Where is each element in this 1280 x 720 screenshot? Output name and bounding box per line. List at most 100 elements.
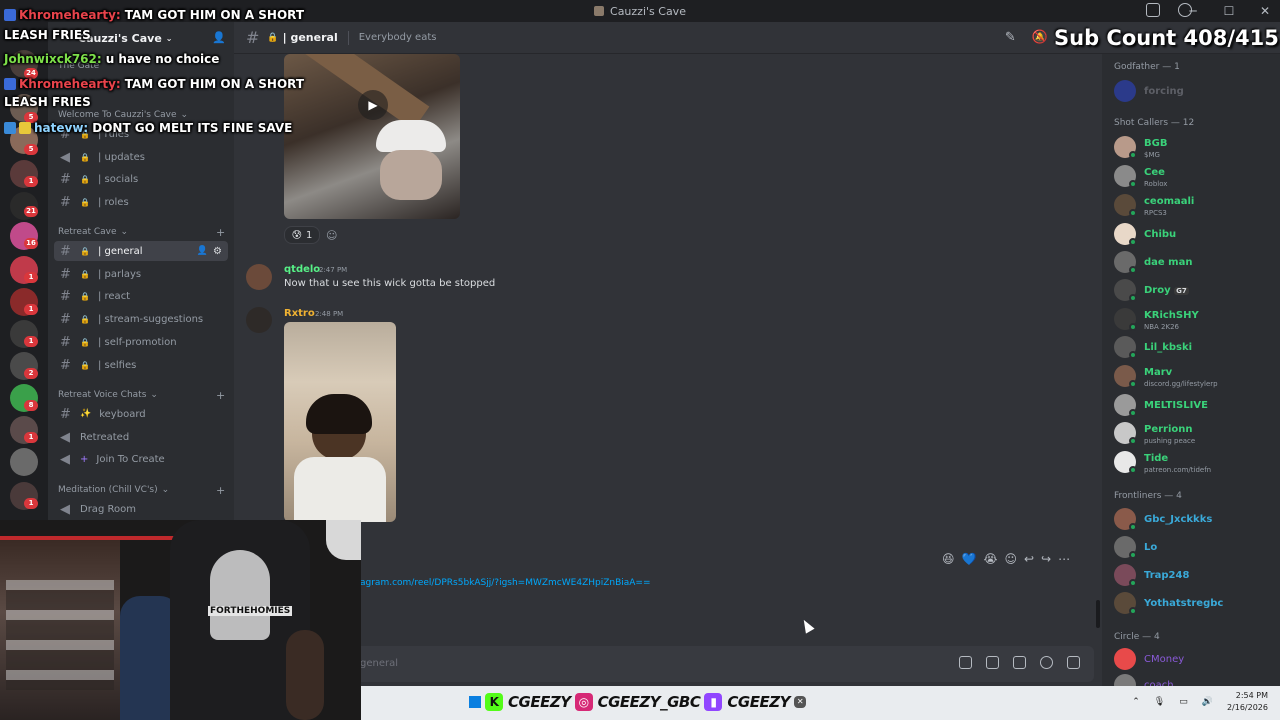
sticker-icon[interactable] (1013, 656, 1026, 669)
category-label: Retreat Voice Chats (58, 390, 147, 400)
gift-icon[interactable] (959, 656, 972, 669)
member-item[interactable]: Gbc_Jxckkks (1114, 508, 1274, 532)
category-label: Welcome To Cauzzi's Cave (58, 110, 177, 120)
reaction-pill[interactable]: 😰 1 (284, 226, 320, 244)
member-item[interactable]: Droy G7 (1114, 279, 1274, 303)
plus-icon: + (80, 453, 89, 465)
member-item[interactable]: Trap248 (1114, 564, 1274, 588)
video-attachment[interactable]: ▶ (284, 54, 460, 219)
windows-start-icon[interactable] (469, 696, 481, 708)
channel-keyboard[interactable]: # ✨ keyboard (54, 404, 228, 424)
add-channel-icon[interactable]: + (216, 226, 225, 239)
channel-roles[interactable]: # 🔒 | roles (54, 192, 228, 212)
member-item[interactable]: MELTISLIVE (1114, 394, 1274, 418)
member-item[interactable]: CMoney (1114, 648, 1274, 672)
add-channel-icon[interactable]: + (216, 484, 225, 497)
reply-icon[interactable]: ↩ (1024, 552, 1034, 566)
message-link[interactable]: agram.com/reel/DPRs5bkASjj/?igsh=MWZmcWE… (360, 578, 651, 588)
member-item[interactable]: BGB $MG (1114, 136, 1274, 160)
chat-username: Johnwixck762: (4, 52, 102, 66)
member-name: Cee (1144, 167, 1165, 178)
more-icon[interactable]: ⋯ (1058, 552, 1070, 566)
scrollbar[interactable] (1096, 600, 1100, 628)
avatar[interactable] (246, 264, 272, 290)
channel-parlays[interactable]: # 🔒 | parlays (54, 264, 228, 284)
taskbar: K CGEEZY ◎ CGEEZY_GBC ▮ CGEEZY ✕ ⌃ 🎙 ▭ 🔊… (361, 686, 1280, 720)
member-item[interactable]: ceomaali RPCS3 (1114, 194, 1274, 218)
gif-icon[interactable] (986, 656, 999, 669)
channel-topic[interactable]: Everybody eats (359, 32, 437, 43)
category-label: Retreat Cave (58, 227, 117, 237)
member-item[interactable]: dae man (1114, 251, 1274, 275)
threads-icon[interactable]: ✎ (1005, 30, 1016, 45)
member-item[interactable]: Lil_kbski (1114, 336, 1274, 360)
channel-self-promotion[interactable]: # 🔒 | self-promotion (54, 332, 228, 352)
cry-emoji-icon[interactable]: 😭 (983, 552, 997, 566)
forward-icon[interactable]: ↪ (1041, 552, 1051, 566)
channel-selfies[interactable]: # 🔒 | selfies (54, 355, 228, 375)
member-item[interactable]: Yothatstregbc (1114, 592, 1274, 616)
add-reaction-icon[interactable]: ☺ (1005, 552, 1018, 566)
status-badge (1129, 266, 1137, 274)
add-channel-icon[interactable]: + (216, 389, 225, 402)
message-author[interactable]: Rxtro (284, 308, 315, 319)
member-name: Marv (1144, 367, 1173, 378)
minimize-icon[interactable]: ─ (1186, 4, 1200, 18)
channel-retreated[interactable]: ◀ Retreated (54, 427, 228, 447)
inbox-icon[interactable] (1146, 3, 1160, 17)
channel-label: keyboard (99, 408, 146, 420)
channel-socials[interactable]: # 🔒 | socials (54, 169, 228, 189)
channel-general[interactable]: # 🔒 | general 👤 ⚙ (54, 241, 228, 261)
category-retreat-voice[interactable]: Retreat Voice Chats ⌄ + (58, 389, 225, 402)
volume-icon[interactable]: 🔊 (1202, 697, 1213, 707)
channel-stream-suggestions[interactable]: # 🔒 | stream-suggestions (54, 309, 228, 329)
member-item[interactable]: Chibu (1114, 223, 1274, 247)
add-member-icon[interactable]: 👤 (212, 31, 226, 44)
badge-icon (4, 9, 16, 21)
app-icon[interactable]: ✕ (793, 696, 806, 708)
maximize-icon[interactable]: ☐ (1222, 4, 1236, 18)
status-badge (1129, 409, 1137, 417)
window-controls: ─ ☐ ✕ (1186, 0, 1272, 22)
mic-icon[interactable]: 🎙 (1154, 697, 1165, 707)
member-item[interactable]: forcing (1114, 80, 1274, 104)
emoji-icon[interactable] (1040, 656, 1053, 669)
member-item[interactable]: Perrionn pushing peace (1114, 422, 1274, 446)
lock-icon: 🔒 (80, 337, 90, 347)
member-item[interactable]: Lo (1114, 536, 1274, 560)
image-attachment[interactable] (284, 322, 396, 522)
reaction-count: 1 (306, 229, 313, 241)
category-retreat-cave[interactable]: Retreat Cave ⌄ + (58, 226, 225, 239)
play-icon[interactable]: ▶ (358, 90, 388, 120)
channel-react[interactable]: # 🔒 | react (54, 286, 228, 306)
hash-icon: # (246, 28, 260, 47)
display-icon[interactable]: ▭ (1179, 697, 1188, 707)
message-composer[interactable]: general (246, 646, 1094, 682)
member-item[interactable]: Marv discord.gg/lifestylerp (1114, 365, 1274, 389)
mute-icon[interactable]: 🔕 (1032, 30, 1048, 45)
server-icon[interactable] (10, 448, 38, 476)
chevron-up-icon[interactable]: ⌃ (1132, 697, 1140, 707)
apps-icon[interactable] (1067, 656, 1080, 669)
channel-drag-room[interactable]: ◀ Drag Room (54, 499, 228, 519)
category-welcome[interactable]: Welcome To Cauzzi's Cave ⌄ (58, 110, 188, 120)
channel-join-to-create[interactable]: ◀ + Join To Create (54, 449, 228, 469)
laugh-emoji-icon[interactable]: 😆 (942, 552, 955, 566)
invite-icon[interactable]: 👤 (197, 246, 208, 256)
member-name: BGB (1144, 138, 1168, 149)
member-name: Lil_kbski (1144, 342, 1193, 353)
avatar[interactable] (246, 307, 272, 333)
category-meditation[interactable]: Meditation (Chill VC's) ⌄ + (58, 484, 225, 497)
clock[interactable]: 2:54 PM 2/16/2026 (1227, 690, 1268, 714)
gear-icon[interactable]: ⚙ (213, 246, 222, 257)
close-icon[interactable]: ✕ (1258, 4, 1272, 18)
member-name: MELTISLIVE (1144, 400, 1208, 411)
video-frame (380, 150, 442, 200)
member-item[interactable]: Tide patreon.com/tidefn (1114, 451, 1274, 475)
member-item[interactable]: KRichSHY NBA 2K26 (1114, 308, 1274, 332)
blue-heart-icon[interactable]: 💙 (962, 552, 977, 566)
member-item[interactable]: Cee Roblox (1114, 165, 1274, 189)
add-reaction-icon[interactable]: ☺ (326, 229, 337, 242)
channel-updates[interactable]: ◀ 🔒 | updates (54, 147, 228, 167)
message-author[interactable]: qtdelo (284, 264, 320, 275)
